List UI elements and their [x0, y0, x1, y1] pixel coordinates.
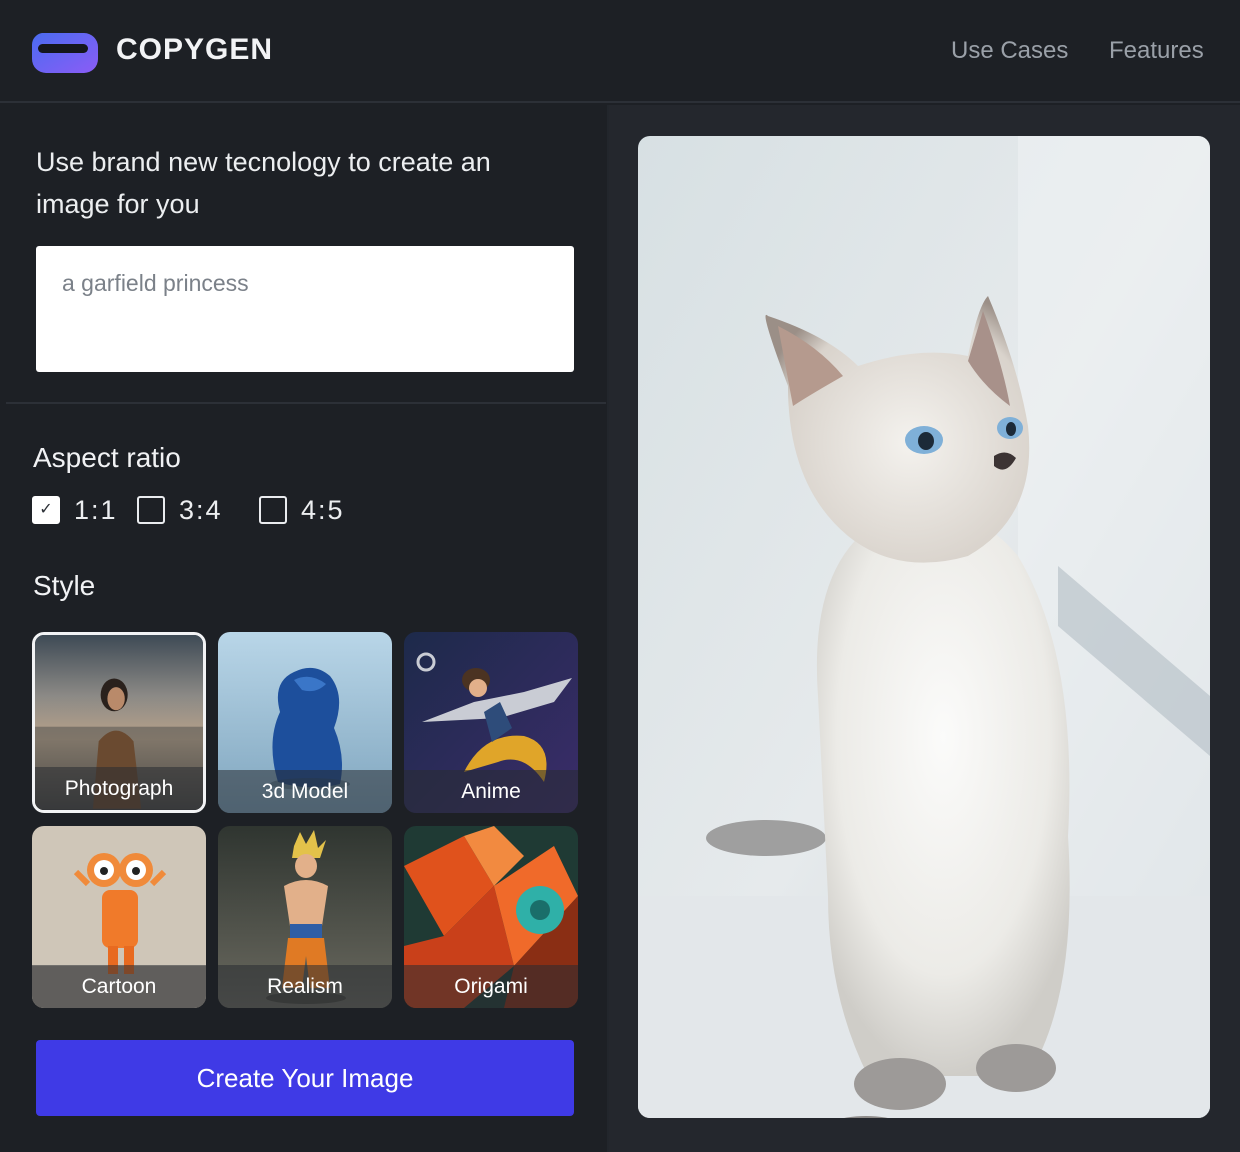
aspect-ratio-title: Aspect ratio — [33, 442, 181, 473]
generator-panel: Use brand new tecnology to create an ima… — [0, 105, 608, 1152]
checkmark-icon: ✓ — [39, 501, 53, 518]
aspect-option-label: 4:5 — [301, 494, 345, 525]
aspect-option-label: 1:1 — [74, 494, 118, 525]
generated-image-preview — [638, 136, 1210, 1118]
prompt-input[interactable] — [36, 246, 574, 372]
checkbox-unchecked[interactable] — [259, 496, 287, 524]
style-tile-origami[interactable]: Origami — [404, 826, 578, 1008]
style-tile-3d-model[interactable]: 3d Model — [218, 632, 392, 813]
nav-use-cases-link[interactable]: Use Cases — [951, 37, 1068, 65]
aspect-option-1-1[interactable]: ✓ 1:1 — [32, 495, 118, 525]
style-tile-realism[interactable]: Realism — [218, 826, 392, 1008]
style-tile-cartoon[interactable]: Cartoon — [32, 826, 206, 1008]
style-tile-label: Origami — [454, 975, 528, 998]
style-tile-label: Cartoon — [81, 975, 157, 998]
style-tile-anime[interactable]: Anime — [404, 632, 578, 813]
aspect-option-4-5[interactable]: 4:5 — [259, 495, 345, 525]
style-tile-label: Photograph — [64, 777, 174, 800]
preview-panel — [609, 105, 1240, 1152]
aspect-option-3-4[interactable]: 3:4 — [137, 495, 223, 525]
section-divider — [6, 402, 606, 404]
style-tile-label: Anime — [461, 780, 521, 803]
style-tile-photograph[interactable]: Photograph — [32, 632, 206, 813]
style-title: Style — [33, 570, 96, 601]
nav-features-link[interactable]: Features — [1109, 37, 1204, 65]
style-tile-label: 3d Model — [261, 780, 349, 803]
brand-name: COPYGEN — [116, 33, 274, 66]
checkbox-checked[interactable]: ✓ — [32, 496, 60, 524]
checkbox-unchecked[interactable] — [137, 496, 165, 524]
top-header: COPYGEN Use Cases Features — [0, 0, 1240, 103]
intro-text: Use brand new tecnology to create an ima… — [36, 147, 491, 219]
create-image-button[interactable]: Create Your Image — [36, 1040, 574, 1116]
logo-pill-icon[interactable] — [32, 29, 98, 75]
aspect-option-label: 3:4 — [179, 494, 223, 525]
style-tile-label: Realism — [267, 975, 343, 998]
